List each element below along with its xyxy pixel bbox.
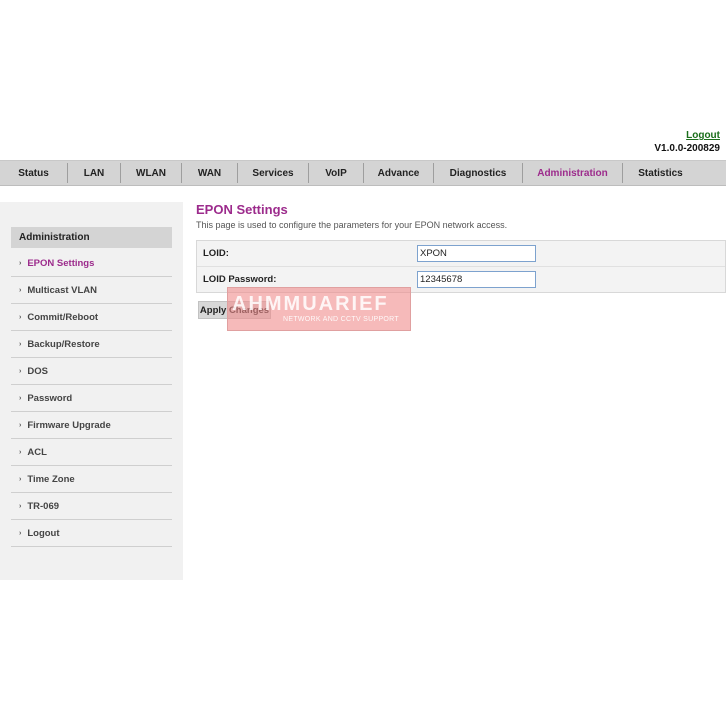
sidebar-item-label: Firmware Upgrade [27, 419, 111, 431]
nav-item-wan[interactable]: WAN [182, 163, 238, 183]
nav-item-statistics[interactable]: Statistics [623, 163, 698, 183]
sidebar-item-label: Time Zone [27, 473, 75, 485]
chevron-right-icon: › [19, 502, 22, 510]
form-row-loid: LOID: [197, 241, 725, 267]
sidebar-item-acl[interactable]: › ACL [11, 439, 172, 466]
loid-input[interactable] [417, 245, 536, 262]
sidebar-item-epon-settings[interactable]: › EPON Settings [11, 250, 172, 277]
chevron-right-icon: › [19, 475, 22, 483]
sidebar-item-multicast-vlan[interactable]: › Multicast VLAN [11, 277, 172, 304]
top-navigation: Status LAN WLAN WAN Services VoIP Advanc… [0, 160, 726, 186]
sidebar-item-commit-reboot[interactable]: › Commit/Reboot [11, 304, 172, 331]
sidebar-title: Administration [11, 227, 172, 248]
sidebar-item-label: Backup/Restore [27, 338, 100, 350]
watermark-subtext: NETWORK AND CCTV SUPPORT [283, 316, 399, 323]
sidebar-item-label: EPON Settings [27, 257, 95, 269]
sidebar-item-backup-restore[interactable]: › Backup/Restore [11, 331, 172, 358]
header-info: Logout V1.0.0-200829 [654, 130, 720, 155]
sidebar: Administration › EPON Settings › Multicast… [0, 202, 183, 580]
sidebar-item-tr-069[interactable]: › TR-069 [11, 493, 172, 520]
chevron-right-icon: › [19, 529, 22, 537]
form-row-loid-password: LOID Password: [197, 267, 725, 292]
sidebar-item-label: DOS [27, 365, 48, 377]
sidebar-item-label: TR-069 [27, 500, 60, 512]
loid-label: LOID: [203, 248, 229, 259]
sidebar-item-label: Commit/Reboot [27, 311, 99, 323]
chevron-right-icon: › [19, 421, 22, 429]
loid-password-label: LOID Password: [203, 274, 277, 285]
page-description: This page is used to configure the param… [196, 220, 508, 230]
epon-settings-form: LOID: LOID Password: [196, 240, 726, 293]
sidebar-item-time-zone[interactable]: › Time Zone [11, 466, 172, 493]
sidebar-item-dos[interactable]: › DOS [11, 358, 172, 385]
sidebar-item-logout[interactable]: › Logout [11, 520, 172, 547]
nav-item-advance[interactable]: Advance [364, 163, 434, 183]
sidebar-item-firmware-upgrade[interactable]: › Firmware Upgrade [11, 412, 172, 439]
chevron-right-icon: › [19, 448, 22, 456]
nav-item-status[interactable]: Status [0, 163, 68, 183]
nav-item-diagnostics[interactable]: Diagnostics [434, 163, 523, 183]
sidebar-menu: › EPON Settings › Multicast VLAN › Commit/R… [11, 250, 172, 547]
chevron-right-icon: › [19, 286, 22, 294]
chevron-right-icon: › [19, 340, 22, 348]
header-logout-link[interactable]: Logout [654, 130, 720, 142]
nav-item-wlan[interactable]: WLAN [121, 163, 182, 183]
sidebar-item-label: ACL [27, 446, 47, 458]
loid-password-input[interactable] [417, 271, 536, 288]
nav-item-lan[interactable]: LAN [68, 163, 121, 183]
sidebar-item-label: Password [27, 392, 73, 404]
chevron-right-icon: › [19, 259, 22, 267]
firmware-version: V1.0.0-200829 [654, 143, 720, 154]
sidebar-item-label: Logout [27, 527, 60, 539]
nav-item-voip[interactable]: VoIP [309, 163, 364, 183]
chevron-right-icon: › [19, 367, 22, 375]
page-title: EPON Settings [196, 202, 288, 217]
apply-changes-button[interactable]: Apply Changes [198, 301, 271, 319]
nav-item-services[interactable]: Services [238, 163, 309, 183]
chevron-right-icon: › [19, 313, 22, 321]
sidebar-item-label: Multicast VLAN [27, 284, 98, 296]
main-content: EPON Settings This page is used to confi… [196, 202, 726, 319]
chevron-right-icon: › [19, 394, 22, 402]
sidebar-item-password[interactable]: › Password [11, 385, 172, 412]
nav-item-administration[interactable]: Administration [523, 163, 623, 183]
